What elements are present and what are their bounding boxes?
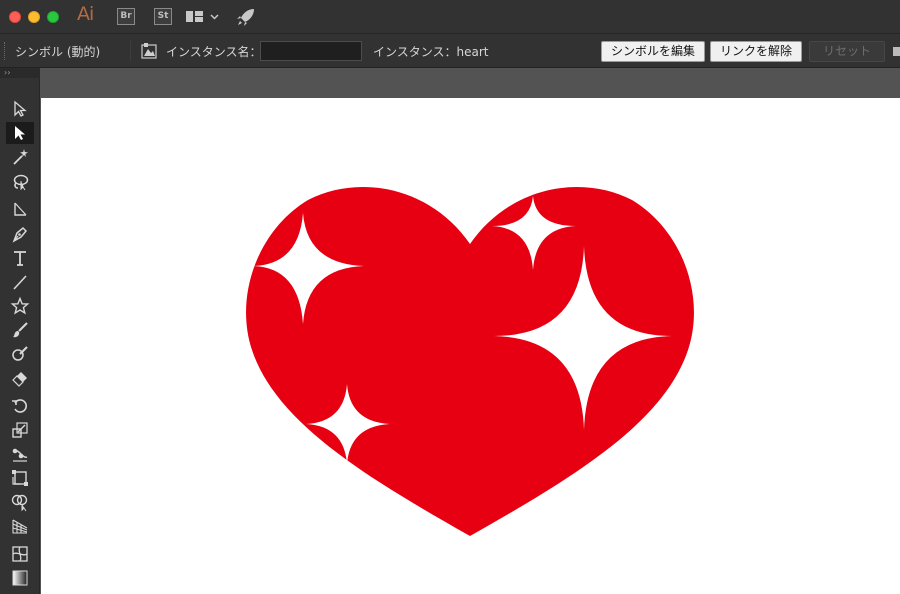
panel-grip[interactable]: [4, 42, 7, 60]
symbol-type-label: シンボル (動的): [15, 45, 101, 59]
instance-of-label: インスタンス：heart: [373, 45, 489, 59]
control-panel: シンボル (動的) インスタンス名： インスタンス：heart シンボルを編集 …: [0, 34, 900, 68]
illustrator-logo: Ai: [77, 3, 94, 25]
free-transform-tool-icon[interactable]: [6, 467, 34, 489]
mesh-tool-icon[interactable]: [6, 543, 34, 565]
stock-button[interactable]: St: [154, 8, 172, 25]
star-tool-icon[interactable]: [6, 295, 34, 317]
direct-selection-tool-icon[interactable]: [6, 122, 34, 144]
gradient-tool-icon[interactable]: [6, 567, 34, 589]
perspective-grid-tool-icon[interactable]: [6, 515, 34, 537]
pen-tool-icon[interactable]: [6, 223, 34, 245]
application-bar: Ai Br St: [0, 0, 900, 34]
zoom-window-button[interactable]: [47, 11, 59, 23]
reset-button[interactable]: リセット: [809, 41, 885, 62]
tools-panel-toggle[interactable]: ››: [0, 68, 40, 78]
chevron-down-icon: [210, 14, 219, 20]
lasso-tool-icon[interactable]: [6, 171, 34, 193]
edit-symbol-button[interactable]: シンボルを編集: [601, 41, 705, 62]
shaper-tool-icon[interactable]: [6, 343, 34, 365]
close-window-button[interactable]: [9, 11, 21, 23]
heart-shape: [246, 186, 694, 536]
workspace-switcher-icon[interactable]: [185, 9, 225, 25]
paintbrush-tool-icon[interactable]: [6, 319, 34, 341]
rocket-icon[interactable]: [236, 7, 256, 27]
line-tool-icon[interactable]: [6, 271, 34, 293]
rotate-tool-icon[interactable]: [6, 395, 34, 417]
break-link-button[interactable]: リンクを解除: [710, 41, 802, 62]
divider: [130, 41, 131, 61]
minimize-window-button[interactable]: [28, 11, 40, 23]
shape-builder-tool-icon[interactable]: [6, 491, 34, 513]
eraser-tool-icon[interactable]: [6, 367, 34, 389]
heart-symbol-instance[interactable]: [244, 186, 696, 536]
magic-wand-tool-icon[interactable]: [6, 146, 34, 168]
bridge-button[interactable]: Br: [117, 8, 135, 25]
instance-name-label: インスタンス名：: [166, 45, 262, 59]
type-tool-icon[interactable]: [6, 247, 34, 269]
document-canvas[interactable]: [41, 68, 900, 594]
puppet-warp-tool-icon[interactable]: [6, 443, 34, 465]
symbol-instance-icon: [141, 43, 157, 59]
artboard[interactable]: [41, 98, 900, 594]
scale-tool-icon[interactable]: [6, 419, 34, 441]
instance-name-field[interactable]: [260, 41, 362, 61]
tools-panel: ››: [0, 68, 40, 594]
selection-tool-icon[interactable]: [6, 98, 34, 120]
overflow-panel-icon[interactable]: [893, 47, 900, 56]
line-segment-tool-icon[interactable]: [6, 199, 34, 221]
